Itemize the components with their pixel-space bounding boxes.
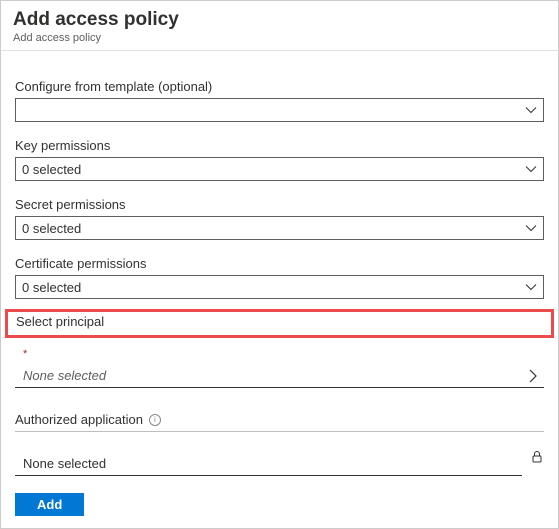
lock-icon xyxy=(530,450,544,464)
authorized-application-label: Authorized application xyxy=(15,412,143,427)
chevron-down-icon xyxy=(525,163,537,175)
info-icon[interactable]: i xyxy=(149,414,161,426)
required-indicator: * xyxy=(23,348,544,360)
select-principal-selector[interactable]: None selected xyxy=(15,366,544,388)
chevron-down-icon xyxy=(525,104,537,116)
chevron-right-icon xyxy=(526,369,540,383)
form-content: Configure from template (optional) Key p… xyxy=(1,51,558,486)
add-button[interactable]: Add xyxy=(15,493,84,516)
authorized-application-selector[interactable]: None selected xyxy=(15,454,522,476)
key-permissions-field: Key permissions 0 selected xyxy=(15,138,544,181)
key-permissions-value: 0 selected xyxy=(22,162,81,177)
authorized-application-label-row: Authorized application i xyxy=(15,412,544,432)
select-principal-value: None selected xyxy=(23,368,106,383)
authorized-application-value: None selected xyxy=(23,456,106,471)
certificate-permissions-dropdown[interactable]: 0 selected xyxy=(15,275,544,299)
select-principal-label: Select principal xyxy=(16,314,104,329)
secret-permissions-field: Secret permissions 0 selected xyxy=(15,197,544,240)
certificate-permissions-label: Certificate permissions xyxy=(15,256,544,271)
chevron-down-icon xyxy=(525,281,537,293)
secret-permissions-value: 0 selected xyxy=(22,221,81,236)
page-title: Add access policy xyxy=(13,9,546,31)
secret-permissions-label: Secret permissions xyxy=(15,197,544,212)
panel-header: Add access policy Add access policy xyxy=(1,1,558,51)
authorized-application-field: Authorized application i None selected xyxy=(15,412,544,476)
authorized-application-row: None selected xyxy=(15,450,544,476)
chevron-down-icon xyxy=(525,222,537,234)
template-dropdown[interactable] xyxy=(15,98,544,122)
breadcrumb: Add access policy xyxy=(13,32,546,44)
key-permissions-dropdown[interactable]: 0 selected xyxy=(15,157,544,181)
certificate-permissions-value: 0 selected xyxy=(22,280,81,295)
key-permissions-label: Key permissions xyxy=(15,138,544,153)
secret-permissions-dropdown[interactable]: 0 selected xyxy=(15,216,544,240)
select-principal-highlight: Select principal xyxy=(5,309,554,338)
template-label: Configure from template (optional) xyxy=(15,79,544,94)
template-field: Configure from template (optional) xyxy=(15,79,544,122)
certificate-permissions-field: Certificate permissions 0 selected xyxy=(15,256,544,299)
